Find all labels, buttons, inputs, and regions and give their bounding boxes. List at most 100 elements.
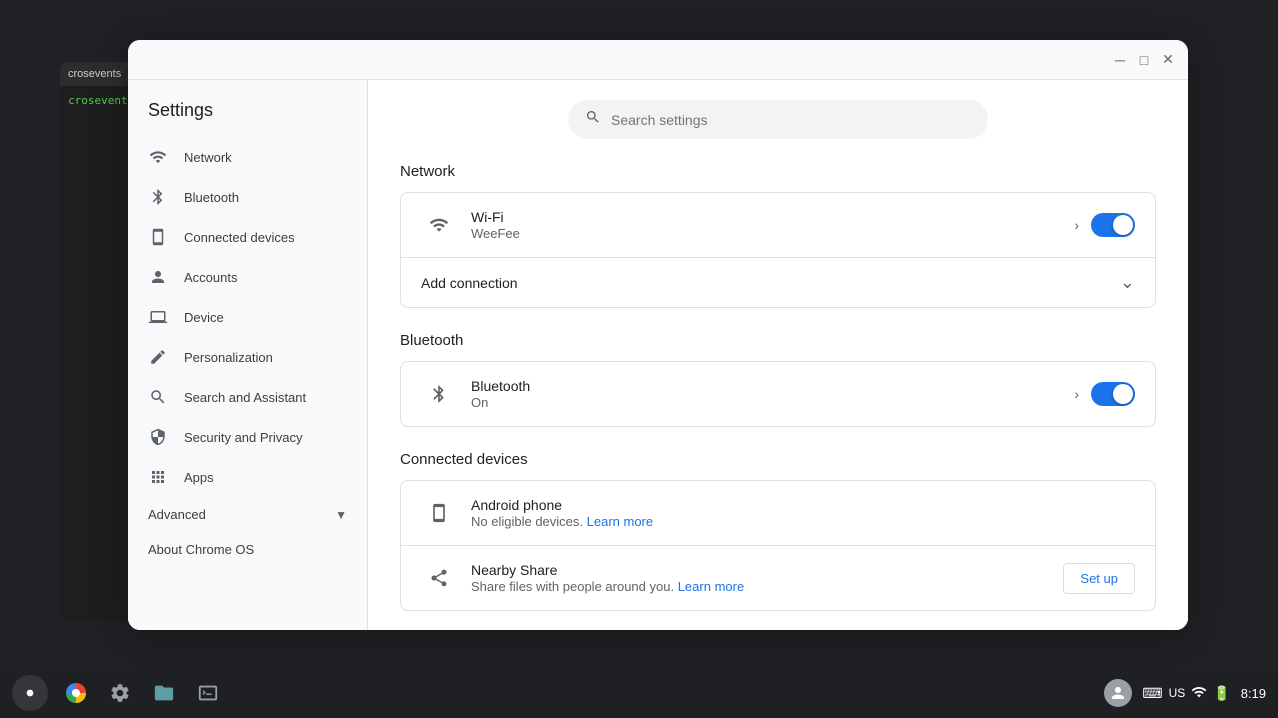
bluetooth-row[interactable]: Bluetooth On › [401, 362, 1155, 426]
accounts-icon [148, 267, 168, 287]
wifi-row-icon [421, 207, 457, 243]
sidebar-label-search-assistant: Search and Assistant [184, 390, 306, 405]
taskbar-settings-app[interactable] [100, 673, 140, 713]
wifi-row-actions: › [1074, 213, 1135, 237]
window-titlebar: ─ □ ✕ [128, 40, 1188, 80]
advanced-label: Advanced [148, 507, 206, 522]
apps-icon [148, 467, 168, 487]
taskbar-terminal-app[interactable] [188, 673, 228, 713]
network-card: Wi-Fi WeeFee › [400, 192, 1156, 308]
bluetooth-subtitle: On [471, 395, 1074, 410]
wifi-subtitle: WeeFee [471, 226, 1074, 241]
nearby-share-subtitle: Share files with people around you. Lear… [471, 579, 1063, 594]
us-label: US [1169, 686, 1186, 700]
sidebar-title: Settings [128, 92, 367, 137]
bluetooth-toggle-track [1091, 382, 1135, 406]
network-icon [148, 147, 168, 167]
wifi-toggle-track [1091, 213, 1135, 237]
bluetooth-section: Bluetooth Bluetooth On › [400, 332, 1156, 427]
personalization-icon [148, 347, 168, 367]
add-connection-row[interactable]: Add connection ⌄ [401, 258, 1155, 307]
sidebar-label-bluetooth: Bluetooth [184, 190, 239, 205]
android-learn-more-link[interactable]: Learn more [587, 514, 653, 529]
taskbar-system-icons: ⌨ US 🔋 [1142, 684, 1230, 703]
connected-devices-card: Android phone No eligible devices. Learn… [400, 480, 1156, 611]
connected-devices-section-title: Connected devices [400, 451, 1156, 468]
sidebar-about[interactable]: About Chrome OS [128, 532, 367, 567]
taskbar-chrome-app[interactable] [56, 673, 96, 713]
bluetooth-toggle-thumb [1113, 384, 1133, 404]
bluetooth-chevron-icon: › [1074, 386, 1079, 402]
nearby-share-row[interactable]: Nearby Share Share files with people aro… [401, 546, 1155, 610]
android-phone-row[interactable]: Android phone No eligible devices. Learn… [401, 481, 1155, 546]
search-input[interactable] [611, 112, 971, 128]
window-body: Settings Network Bluetooth Connected dev… [128, 80, 1188, 630]
sidebar-item-apps[interactable]: Apps [128, 457, 355, 497]
taskbar-files-app[interactable] [144, 673, 184, 713]
sidebar-advanced[interactable]: Advanced ▼ [128, 497, 367, 532]
settings-window: ─ □ ✕ Settings Network Bluetooth [128, 40, 1188, 630]
android-phone-text: Android phone No eligible devices. Learn… [471, 497, 1135, 529]
maximize-button[interactable]: □ [1136, 52, 1152, 68]
sidebar: Settings Network Bluetooth Connected dev… [128, 80, 368, 630]
nearby-share-text: Nearby Share Share files with people aro… [471, 562, 1063, 594]
sidebar-item-search-assistant[interactable]: Search and Assistant [128, 377, 355, 417]
wifi-toggle[interactable] [1091, 213, 1135, 237]
sidebar-label-device: Device [184, 310, 224, 325]
advanced-chevron-icon: ▼ [335, 508, 347, 522]
connected-devices-icon [148, 227, 168, 247]
search-assistant-icon [148, 387, 168, 407]
bluetooth-toggle[interactable] [1091, 382, 1135, 406]
search-bar [568, 100, 988, 139]
sidebar-label-apps: Apps [184, 470, 214, 485]
nearby-share-actions: Set up [1063, 563, 1135, 594]
main-content: Network Wi-Fi WeeFee › [368, 80, 1188, 630]
bluetooth-row-icon [421, 376, 457, 412]
wifi-row[interactable]: Wi-Fi WeeFee › [401, 193, 1155, 258]
user-avatar[interactable] [1104, 679, 1132, 707]
close-button[interactable]: ✕ [1160, 52, 1176, 68]
wifi-title: Wi-Fi [471, 209, 1074, 225]
keyboard-icon: ⌨ [1142, 685, 1162, 702]
search-icon [585, 109, 601, 130]
bluetooth-row-text: Bluetooth On [471, 378, 1074, 410]
android-phone-title: Android phone [471, 497, 1135, 513]
sidebar-item-personalization[interactable]: Personalization [128, 337, 355, 377]
connected-devices-section: Connected devices Android phone No eligi… [400, 451, 1156, 611]
sidebar-label-personalization: Personalization [184, 350, 273, 365]
sidebar-label-security-privacy: Security and Privacy [184, 430, 303, 445]
add-connection-chevron-icon: ⌄ [1120, 272, 1135, 293]
sidebar-item-network[interactable]: Network [128, 137, 355, 177]
device-icon [148, 307, 168, 327]
minimize-button[interactable]: ─ [1112, 52, 1128, 68]
taskbar-time: 8:19 [1241, 686, 1266, 701]
nearby-share-learn-more-link[interactable]: Learn more [678, 579, 744, 594]
bluetooth-title: Bluetooth [471, 378, 1074, 394]
taskbar-apps [56, 673, 228, 713]
nearby-share-icon [421, 560, 457, 596]
battery-icon: 🔋 [1213, 685, 1230, 702]
bluetooth-row-actions: › [1074, 382, 1135, 406]
sidebar-item-bluetooth[interactable]: Bluetooth [128, 177, 355, 217]
launcher-button[interactable] [12, 675, 48, 711]
network-section-title: Network [400, 163, 1156, 180]
about-label: About Chrome OS [148, 542, 254, 557]
wifi-chevron-icon: › [1074, 217, 1079, 233]
nearby-share-title: Nearby Share [471, 562, 1063, 578]
wifi-status-icon [1191, 684, 1207, 703]
taskbar-right: ⌨ US 🔋 8:19 [1104, 679, 1266, 707]
sidebar-item-security-privacy[interactable]: Security and Privacy [128, 417, 355, 457]
sidebar-label-connected-devices: Connected devices [184, 230, 295, 245]
wifi-toggle-thumb [1113, 215, 1133, 235]
bluetooth-section-title: Bluetooth [400, 332, 1156, 349]
search-bar-container [400, 100, 1156, 139]
network-section: Network Wi-Fi WeeFee › [400, 163, 1156, 308]
setup-button[interactable]: Set up [1063, 563, 1135, 594]
add-connection-label: Add connection [421, 275, 518, 291]
sidebar-item-device[interactable]: Device [128, 297, 355, 337]
bluetooth-card: Bluetooth On › [400, 361, 1156, 427]
taskbar: ⌨ US 🔋 8:19 [0, 668, 1278, 718]
sidebar-item-connected-devices[interactable]: Connected devices [128, 217, 355, 257]
sidebar-item-accounts[interactable]: Accounts [128, 257, 355, 297]
sidebar-label-network: Network [184, 150, 232, 165]
